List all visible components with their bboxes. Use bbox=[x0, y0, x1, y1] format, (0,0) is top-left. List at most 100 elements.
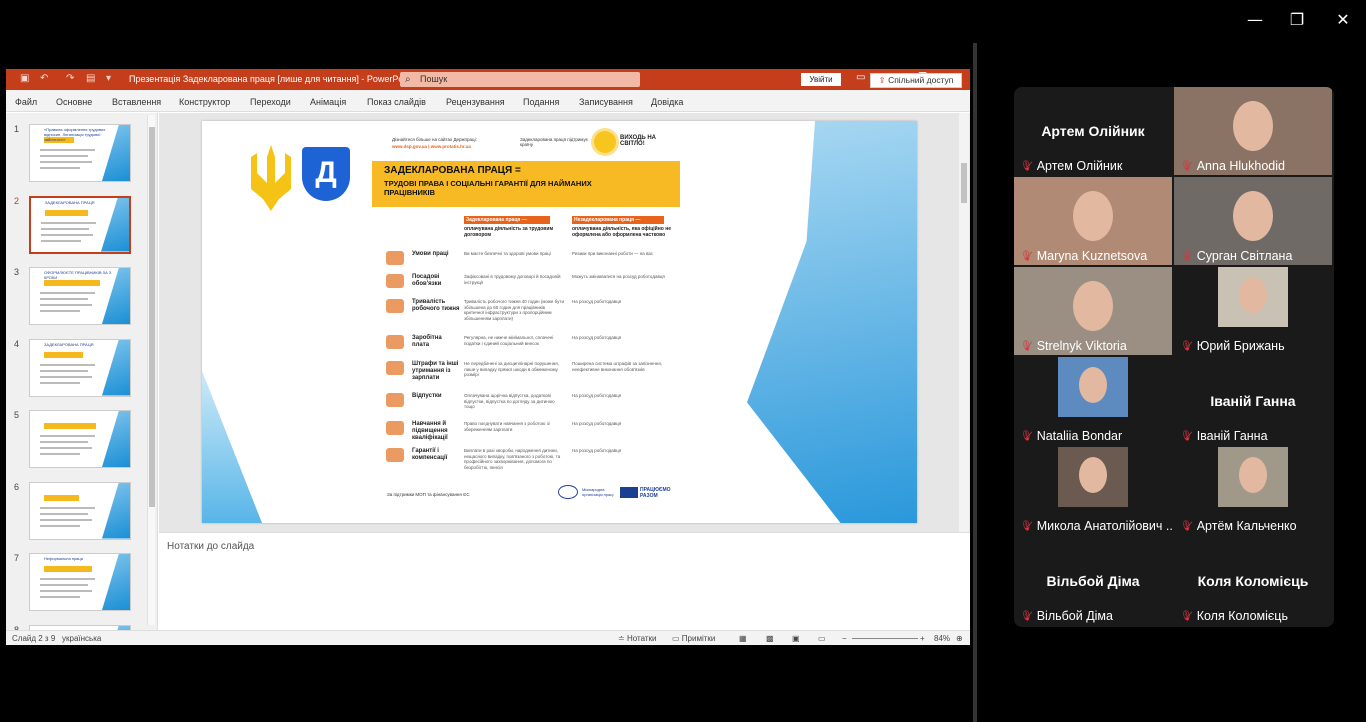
restore-button[interactable]: ❐ bbox=[1285, 8, 1309, 30]
col-right-head: Незадекларована праця — bbox=[572, 216, 664, 224]
split-divider[interactable] bbox=[973, 43, 977, 722]
participant-tile[interactable]: Іваній Ганна 🎙︎̸ Іваній Ганна bbox=[1174, 357, 1332, 445]
row-right-cell: На розсуд роботодавця bbox=[572, 448, 622, 453]
close-button[interactable]: ✕ bbox=[1331, 8, 1355, 30]
participant-name-label: 🎙︎̸ Микола Анатолійович ... bbox=[1020, 519, 1172, 533]
participant-tile[interactable]: Коля Коломієць 🎙︎̸ Коля Коломієць bbox=[1174, 537, 1332, 625]
participant-name-label: 🎙︎̸ Maryna Kuznetsova bbox=[1020, 249, 1148, 263]
header-mid: Задекларована праця підтримує країну bbox=[520, 137, 589, 147]
participant-video bbox=[1218, 267, 1288, 327]
customize-icon[interactable]: ▾ bbox=[106, 73, 111, 84]
language[interactable]: українська bbox=[62, 634, 101, 643]
row-label: Відпустки bbox=[412, 393, 442, 399]
blue-decoration-left bbox=[202, 371, 262, 523]
ribbon-tab-6[interactable]: Показ слайдів bbox=[367, 97, 426, 107]
comments-toggle[interactable]: ▭ Примітки bbox=[672, 634, 715, 643]
eu-flag-icon bbox=[620, 487, 638, 498]
blue-decoration bbox=[747, 121, 917, 523]
zoom-level[interactable]: 84% bbox=[934, 634, 950, 643]
slide-thumbnail-7[interactable]: Неформальна праця bbox=[29, 553, 131, 611]
thumbnail-text: ОФОРМЛЮЄТЕ ПРАЦІВНИКІВ ЗА 3 КРОКИ bbox=[44, 270, 112, 280]
row-label: Заробітна плата bbox=[412, 335, 442, 348]
participant-tile[interactable]: 🎙︎̸ Сурган Світлана bbox=[1174, 177, 1332, 265]
slide-thumbnail-1[interactable]: «Правила оформлення трудових відносин. Л… bbox=[29, 124, 131, 182]
thumbnails-scrollbar[interactable] bbox=[147, 115, 155, 625]
participant-tile[interactable]: 🎙︎̸ Nataliia Bondar bbox=[1014, 357, 1172, 445]
participant-name-label: 🎙︎̸ Strelnyk Viktoria bbox=[1020, 339, 1127, 353]
mic-muted-icon: 🎙︎̸ bbox=[1020, 340, 1033, 352]
face-shape bbox=[1073, 191, 1113, 241]
participant-name-label: 🎙︎̸ Іваній Ганна bbox=[1180, 429, 1268, 443]
zoom-slider[interactable] bbox=[852, 638, 918, 639]
sorter-view-icon[interactable]: ▩ bbox=[766, 634, 774, 643]
participant-tile[interactable]: Вільбой Діма 🎙︎̸ Вільбой Діма bbox=[1014, 537, 1172, 625]
header-right: ВИХОДЬ НА СВІТЛО! bbox=[620, 135, 656, 147]
row-left-cell: Виплати в разі хвороби, народження дитин… bbox=[464, 448, 561, 470]
mic-muted-icon: 🎙︎̸ bbox=[1020, 250, 1033, 262]
participant-display-name: Коля Коломієць bbox=[1197, 573, 1309, 589]
thumbnail-text: ЗАДЕКЛАРОВАНА ПРАЦЯ bbox=[44, 341, 94, 347]
thumbnail-number: 1 bbox=[14, 124, 20, 134]
ribbon-tab-7[interactable]: Рецензування bbox=[446, 97, 505, 107]
signin-button[interactable]: Увійти bbox=[801, 73, 841, 86]
slide-thumbnail-4[interactable]: ЗАДЕКЛАРОВАНА ПРАЦЯ bbox=[29, 338, 131, 397]
participant-display-name: Іваній Ганна bbox=[1210, 393, 1296, 409]
ribbon-tab-9[interactable]: Записування bbox=[579, 97, 633, 107]
slide-thumbnail-2[interactable]: ЗАДЕКЛАРОВАНА ПРАЦЯ bbox=[29, 195, 131, 254]
zoom-in-icon[interactable]: + bbox=[920, 634, 925, 643]
ribbon-tab-10[interactable]: Довідка bbox=[651, 97, 683, 107]
participant-tile[interactable]: 🎙︎̸ Anna Hlukhodid bbox=[1174, 87, 1332, 175]
undo-icon[interactable]: ↶ bbox=[40, 73, 48, 84]
mic-muted-icon: 🎙︎̸ bbox=[1020, 430, 1033, 442]
ribbon-tab-1[interactable]: Основне bbox=[56, 97, 92, 107]
ribbon-tab-3[interactable]: Конструктор bbox=[179, 97, 230, 107]
notes-toggle[interactable]: ≐ Нотатки bbox=[618, 634, 656, 643]
share-label: Спільний доступ bbox=[888, 75, 954, 85]
fit-slide-icon[interactable]: ⊕ bbox=[956, 634, 963, 643]
participant-tile[interactable]: Артем Олійник 🎙︎̸ Артем Олійник bbox=[1014, 87, 1172, 175]
row-left-cell: Тривалість робочого тижня 40 годин (може… bbox=[464, 299, 564, 321]
slideshow-view-icon[interactable]: ▭ bbox=[818, 634, 826, 643]
participant-tile[interactable]: 🎙︎̸ Maryna Kuznetsova bbox=[1014, 177, 1172, 265]
minimize-button[interactable]: — bbox=[1243, 8, 1267, 30]
participant-tile[interactable]: 🎙︎̸ Strelnyk Viktoria bbox=[1014, 267, 1172, 355]
ppt-title-bar: ▣ ↶ ↷ ▤ ▾ Презентація Задекларована прац… bbox=[6, 69, 970, 90]
thumbnail-number: 5 bbox=[14, 410, 20, 420]
ribbon-tab-2[interactable]: Вставлення bbox=[112, 97, 161, 107]
slide-thumbnails-pane[interactable]: 1 «Правила оформлення трудових відносин. … bbox=[6, 113, 158, 630]
notes-placeholder: Нотатки до слайда bbox=[167, 541, 255, 552]
ppt-search-box[interactable]: ⌕ Пошук bbox=[400, 72, 640, 87]
mic-muted-icon: 🎙︎̸ bbox=[1180, 160, 1193, 172]
editor-scrollbar[interactable] bbox=[959, 113, 969, 532]
ribbon-tab-0[interactable]: Файл bbox=[15, 97, 37, 107]
row-left-cell: Ви маєте безпечні та здорові умови праці bbox=[464, 251, 551, 256]
participant-tile[interactable]: 🎙︎̸ Микола Анатолійович ... bbox=[1014, 447, 1172, 535]
current-slide[interactable]: Д Дізнайтеся більше на сайтах Держпраці:… bbox=[202, 121, 917, 523]
normal-view-icon[interactable]: ▦ bbox=[739, 634, 747, 643]
slide-thumbnail-5[interactable] bbox=[29, 410, 131, 468]
face-shape bbox=[1239, 457, 1267, 493]
ribbon-display-icon[interactable]: ▭ bbox=[856, 72, 865, 83]
search-placeholder: Пошук bbox=[420, 74, 448, 84]
ribbon-tab-5[interactable]: Анімація bbox=[310, 97, 346, 107]
slide-thumbnail-6[interactable] bbox=[29, 481, 131, 540]
redo-icon[interactable]: ↷ bbox=[66, 73, 74, 84]
header-left: Дізнайтеся більше на сайтах Держпраці: bbox=[392, 137, 477, 142]
zoom-out-icon[interactable]: − bbox=[842, 634, 847, 643]
row-right-cell: Поширена система штрафів за запізнення, … bbox=[572, 361, 663, 372]
ribbon-tab-8[interactable]: Подання bbox=[523, 97, 559, 107]
save-icon[interactable]: ▣ bbox=[20, 73, 29, 84]
ribbon-tab-4[interactable]: Переходи bbox=[250, 97, 291, 107]
slide-thumbnail-3[interactable]: ОФОРМЛЮЄТЕ ПРАЦІВНИКІВ ЗА 3 КРОКИ bbox=[29, 267, 131, 325]
mic-muted-icon: 🎙︎̸ bbox=[1180, 250, 1193, 262]
slide-title-1: ЗАДЕКЛАРОВАНА ПРАЦЯ = bbox=[384, 165, 521, 176]
present-icon[interactable]: ▤ bbox=[86, 73, 95, 84]
reading-view-icon[interactable]: ▣ bbox=[792, 634, 800, 643]
participant-tile[interactable]: 🎙︎̸ Юрий Брижань bbox=[1174, 267, 1332, 355]
face-shape bbox=[1079, 457, 1107, 493]
share-button[interactable]: ⇪ Спільний доступ bbox=[870, 73, 962, 88]
row-right-cell: На розсуд роботодавця bbox=[572, 421, 622, 426]
participant-tile[interactable]: 🎙︎̸ Артём Кальченко bbox=[1174, 447, 1332, 535]
participant-name-label: 🎙︎̸ Вільбой Діма bbox=[1020, 609, 1113, 623]
notes-pane[interactable]: Нотатки до слайда bbox=[159, 532, 970, 630]
